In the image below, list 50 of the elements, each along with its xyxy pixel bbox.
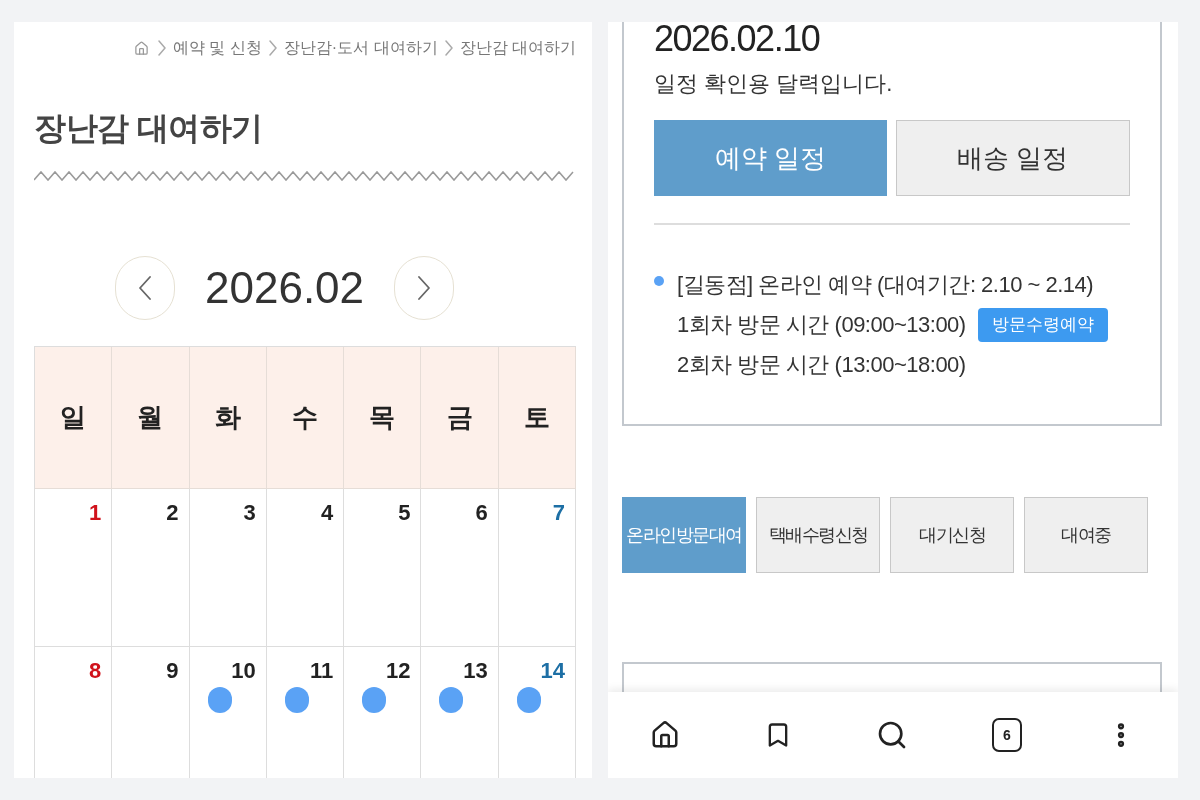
page-title: 장난감 대여하기 <box>34 109 263 148</box>
calendar-cell[interactable]: 4 <box>266 489 345 647</box>
day-number: 11 <box>309 658 334 684</box>
day-number: 5 <box>398 500 411 526</box>
rental-tab[interactable]: 대기신청 <box>890 497 1014 573</box>
day-number: 6 <box>475 500 488 526</box>
day-number: 4 <box>320 500 334 526</box>
day-number: 13 <box>463 658 488 684</box>
day-number: 10 <box>231 658 256 684</box>
month-label: 2026.02 <box>205 262 365 314</box>
weekday-header-cell: 화 <box>189 347 267 489</box>
chevron-right-icon <box>268 40 277 56</box>
breadcrumb-link[interactable]: 예약 및 신청 <box>172 36 262 60</box>
weekday-header-cell: 목 <box>344 347 422 489</box>
calendar-cell[interactable]: 2 <box>112 489 190 647</box>
breadcrumb-link[interactable]: 장난감 대여하기 <box>459 36 576 60</box>
chevron-right-icon <box>444 40 453 56</box>
calendar-cell[interactable]: 6 <box>421 489 499 647</box>
chevron-left-icon <box>139 276 151 300</box>
weekday-header-cell: 토 <box>498 347 576 489</box>
day-number: 14 <box>540 658 565 684</box>
schedule-tab[interactable]: 배송 일정 <box>895 120 1130 196</box>
day-number: 1 <box>89 500 102 526</box>
day-number: 9 <box>166 658 179 684</box>
calendar-cell[interactable]: 1 <box>35 489 113 647</box>
day-number: 7 <box>552 500 565 526</box>
time-slot-text: 1회차 방문 시간 (09:00~13:00) <box>677 311 966 339</box>
day-number: 8 <box>89 658 102 684</box>
home-icon[interactable] <box>650 720 680 750</box>
weekday-header-cell: 수 <box>266 347 345 489</box>
breadcrumb-link[interactable]: 장난감·도서 대여하기 <box>283 36 438 60</box>
weekday-header-cell: 일 <box>35 347 113 489</box>
day-number: 2 <box>166 500 179 526</box>
time-slot-text: 2회차 방문 시간 (13:00~18:00) <box>677 351 966 379</box>
calendar-cell[interactable]: 7 <box>498 489 576 647</box>
chevron-right-icon <box>418 276 431 300</box>
search-icon[interactable] <box>876 719 908 751</box>
calendar-cell[interactable]: 5 <box>344 489 422 647</box>
chevron-right-icon <box>157 40 166 56</box>
rental-tab[interactable]: 택배수령신청 <box>756 497 880 573</box>
calendar-caption: 일정 확인용 달력입니다. <box>654 70 893 98</box>
event-title: [길동점] 온라인 예약 (대여기간: 2.10 ~ 2.14) <box>677 271 1094 299</box>
rental-tab[interactable]: 대여중 <box>1024 497 1148 573</box>
tab-count-button[interactable]: 6 <box>992 718 1022 752</box>
selected-date-heading: 2026.02.10 <box>654 22 820 56</box>
weekday-header-cell: 금 <box>421 347 499 489</box>
day-number: 3 <box>243 500 256 526</box>
weekday-header-cell: 월 <box>112 347 190 489</box>
calendar-cell[interactable]: 3 <box>189 489 267 647</box>
day-number: 12 <box>385 658 411 684</box>
